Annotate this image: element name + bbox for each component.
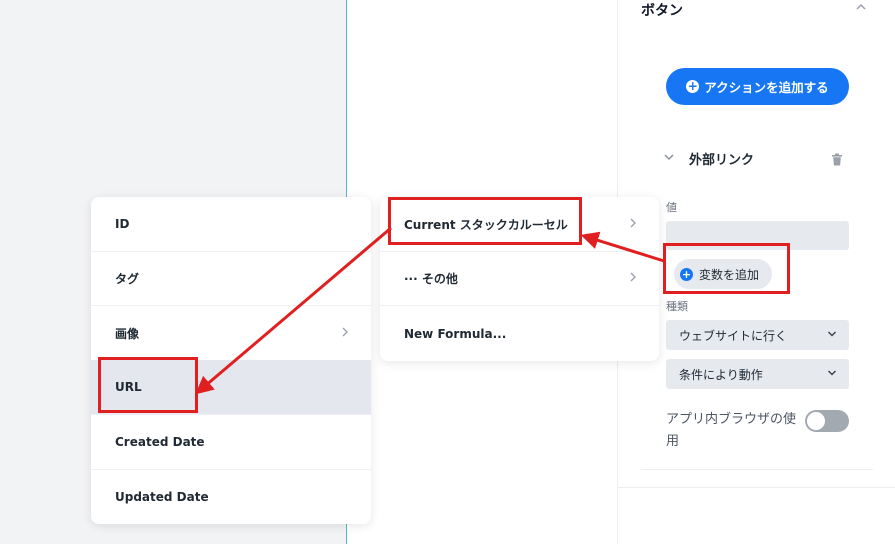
trash-icon[interactable] bbox=[831, 151, 843, 166]
menu-item-new-formula[interactable]: New Formula... bbox=[380, 306, 659, 361]
menu-item-label: Updated Date bbox=[115, 489, 209, 504]
section-title: 外部リンク bbox=[689, 152, 755, 168]
add-variable-label: 変数を追加 bbox=[699, 267, 760, 282]
menu-item-label: New Formula... bbox=[404, 326, 507, 341]
panel-title: ボタン bbox=[641, 3, 683, 19]
chevron-down-icon bbox=[827, 329, 837, 342]
divider bbox=[641, 469, 873, 470]
menu-item-id[interactable]: ID bbox=[91, 197, 371, 252]
menu-item-url[interactable]: URL bbox=[91, 360, 371, 415]
chevron-right-icon bbox=[629, 271, 637, 286]
condition-select[interactable]: 条件により動作 bbox=[666, 359, 849, 389]
menu-item-tag[interactable]: タグ bbox=[91, 251, 371, 306]
menu-item-current-stack-carousel[interactable]: Current スタックカルーセル bbox=[380, 197, 659, 252]
in-app-browser-toggle[interactable] bbox=[805, 410, 849, 432]
variable-source-menu: Current スタックカルーセル ··· その他 New Formula... bbox=[380, 197, 659, 361]
menu-item-updated-date[interactable]: Updated Date bbox=[91, 469, 371, 524]
value-input[interactable] bbox=[666, 221, 849, 250]
menu-item-label: URL bbox=[115, 380, 142, 394]
menu-item-label: タグ bbox=[115, 271, 140, 286]
add-action-button[interactable]: + アクションを追加する bbox=[666, 68, 849, 105]
menu-item-label: Current スタックカルーセル bbox=[404, 217, 568, 232]
menu-item-image[interactable]: 画像 bbox=[91, 306, 371, 361]
menu-item-other[interactable]: ··· その他 bbox=[380, 251, 659, 306]
menu-item-label: ··· その他 bbox=[404, 271, 458, 286]
menu-item-created-date[interactable]: Created Date bbox=[91, 415, 371, 470]
chevron-right-icon bbox=[629, 217, 637, 232]
chevron-down-icon bbox=[663, 151, 675, 166]
external-link-section-header[interactable]: 外部リンク bbox=[663, 148, 853, 168]
plus-circle-icon: + bbox=[686, 79, 700, 93]
divider bbox=[618, 487, 895, 488]
chevron-down-icon bbox=[827, 368, 837, 381]
plus-circle-icon: + bbox=[680, 267, 693, 281]
toggle-knob bbox=[807, 412, 825, 430]
menu-item-label: 画像 bbox=[115, 326, 140, 341]
chevron-up-icon[interactable] bbox=[854, 0, 868, 14]
add-action-label: アクションを追加する bbox=[704, 80, 829, 95]
add-variable-button[interactable]: + 変数を追加 bbox=[674, 259, 772, 289]
field-menu: ID タグ 画像 URL Created Date Updated Date bbox=[91, 197, 371, 524]
value-label: 値 bbox=[666, 201, 677, 214]
menu-item-label: Created Date bbox=[115, 435, 205, 449]
type-select-value: ウェブサイトに行く bbox=[679, 328, 788, 343]
chevron-right-icon bbox=[341, 326, 349, 341]
condition-select-value: 条件により動作 bbox=[679, 367, 763, 382]
type-select[interactable]: ウェブサイトに行く bbox=[666, 320, 849, 350]
type-label: 種類 bbox=[666, 300, 688, 313]
in-app-browser-label: アプリ内ブラウザの使用 bbox=[666, 412, 797, 449]
menu-item-label: ID bbox=[115, 217, 130, 231]
